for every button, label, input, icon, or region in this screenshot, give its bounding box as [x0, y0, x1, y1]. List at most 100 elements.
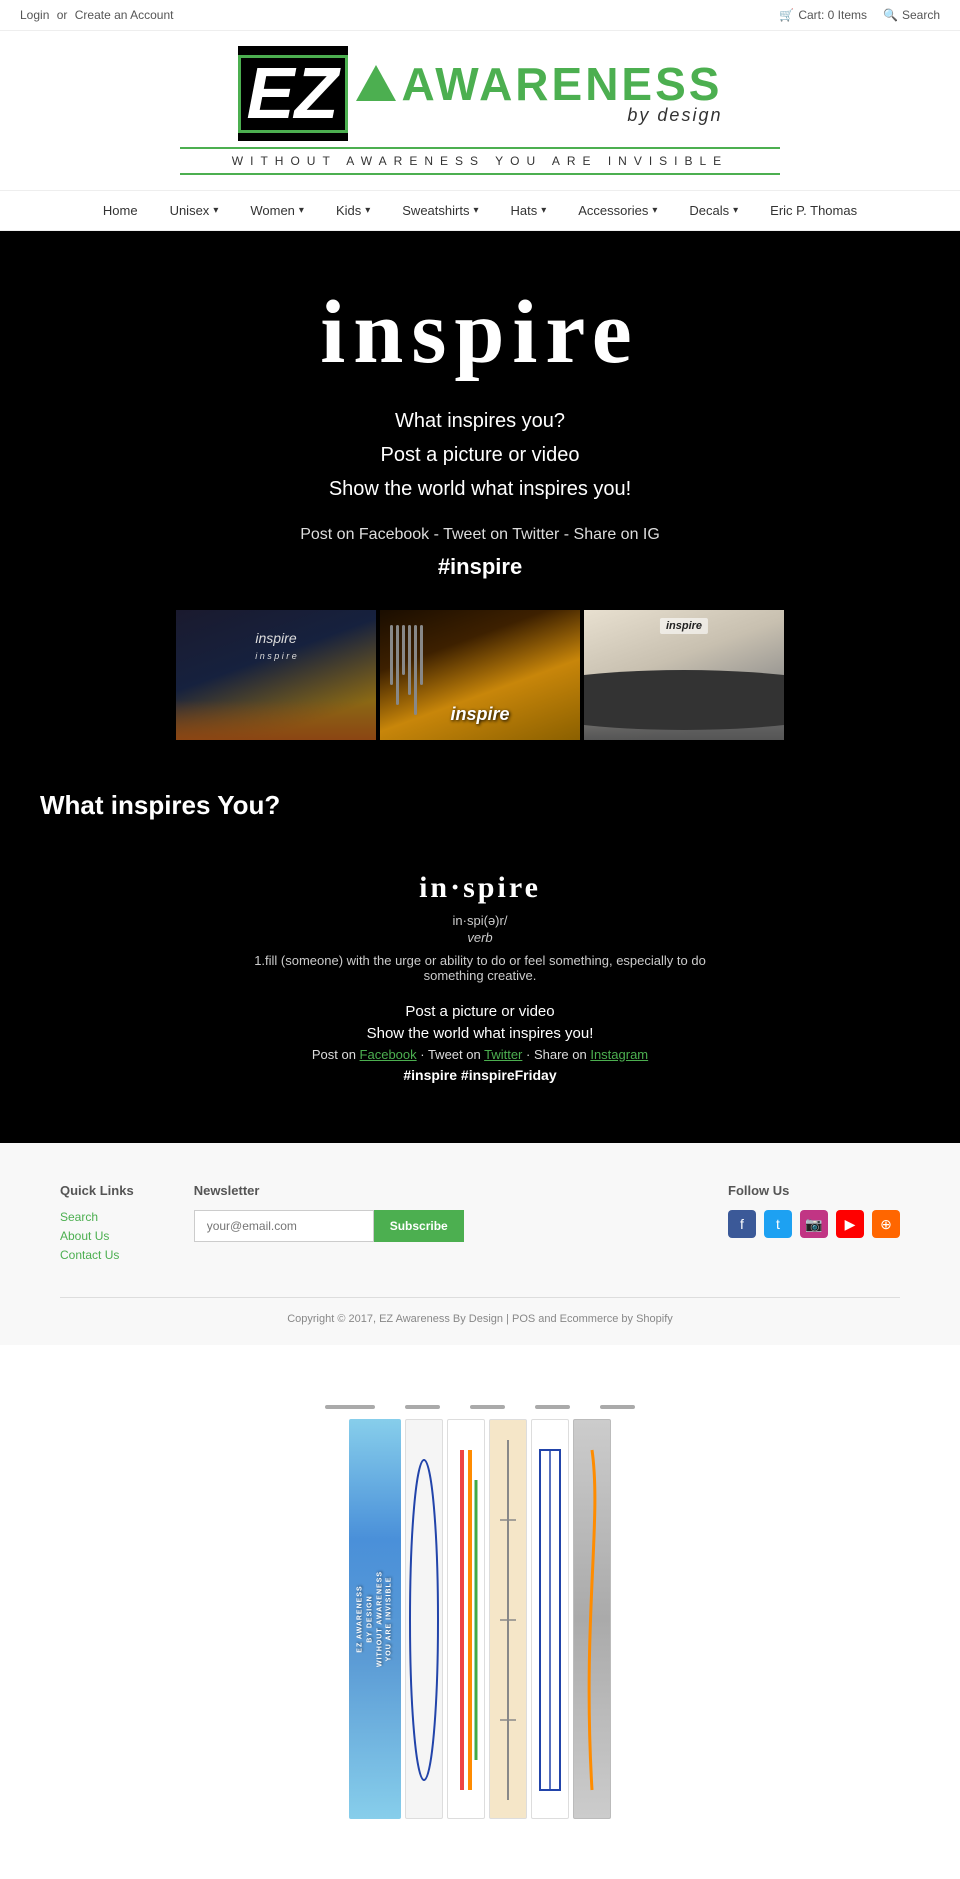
- or-separator: or: [57, 8, 68, 22]
- what-inspires-heading: What inspires You?: [40, 790, 920, 821]
- inspire-pronunciation: in·spi(ə)r/: [60, 913, 900, 928]
- inspire-tags: #inspire #inspireFriday: [60, 1067, 900, 1083]
- search-label: Search: [902, 8, 940, 22]
- decal-strip-5: [531, 1419, 569, 1819]
- decal-strip-2: [405, 1419, 443, 1819]
- rss-social-icon[interactable]: ⊕: [872, 1210, 900, 1238]
- decals-section: EZ AWARENESSBY DESIGNWITHOUT AWARENESSYO…: [0, 1345, 960, 1879]
- copyright-text: Copyright © 2017, EZ Awareness By Design…: [287, 1313, 673, 1325]
- hero-section: inspire What inspires you? Post a pictur…: [0, 231, 960, 770]
- decal-3-graphic: [448, 1420, 484, 1818]
- nav-accessories[interactable]: Accessories ▾: [562, 191, 673, 230]
- social-icons: f t 📷 ▶ ⊕: [728, 1210, 900, 1238]
- decal-strip-3: [447, 1419, 485, 1819]
- decal-5-graphic: [532, 1420, 568, 1818]
- nav-unisex[interactable]: Unisex ▾: [154, 191, 235, 230]
- footer-contact-link[interactable]: Contact Us: [60, 1248, 134, 1262]
- hero-line1: What inspires you?: [20, 404, 940, 438]
- tagline: WITHOUT AWARENESS YOU ARE INVISIBLE: [180, 147, 780, 175]
- newsletter-heading: Newsletter: [194, 1183, 668, 1198]
- inspire-definition-word: in·spire: [60, 871, 900, 905]
- navigation: Home Unisex ▾ Women ▾ Kids ▾ Sweatshirts…: [0, 190, 960, 231]
- inspire-show-line: Show the world what inspires you!: [60, 1025, 900, 1042]
- inspire-post-line: Post a picture or video: [60, 1003, 900, 1020]
- instagram-social-icon[interactable]: 📷: [800, 1210, 828, 1238]
- decal-strip-1: EZ AWARENESSBY DESIGNWITHOUT AWARENESSYO…: [349, 1419, 401, 1819]
- hero-social: Post on Facebook - Tweet on Twitter - Sh…: [20, 526, 940, 544]
- footer-search-link[interactable]: Search: [60, 1210, 134, 1224]
- decal-tab-1: [325, 1405, 375, 1409]
- instagram-link[interactable]: Instagram: [590, 1047, 648, 1062]
- inspire-share-line: Post on Facebook · Tweet on Twitter · Sh…: [60, 1047, 900, 1062]
- what-inspires-section: What inspires You? in·spire in·spi(ə)r/ …: [0, 770, 960, 1143]
- hero-line3: Show the world what inspires you!: [20, 472, 940, 506]
- search-icon: 🔍: [883, 8, 898, 22]
- inspire-image-3: inspire: [584, 610, 784, 740]
- twitter-link[interactable]: Twitter: [484, 1047, 522, 1062]
- inspire-pos: verb: [60, 930, 900, 945]
- inspire-definition: in·spire in·spi(ə)r/ verb 1.fill (someon…: [40, 851, 920, 1103]
- triangle-icon: [356, 65, 396, 101]
- awareness-block: AWARENESS by design: [348, 61, 723, 126]
- decal-tab-2: [405, 1405, 440, 1409]
- hero-hashtag: #inspire: [20, 554, 940, 580]
- inspire-image-1: inspire i n s p i r e: [176, 610, 376, 740]
- footer-quick-links: Quick Links Search About Us Contact Us: [60, 1183, 134, 1267]
- nav-home[interactable]: Home: [87, 191, 154, 230]
- awareness-text: AWARENESS: [402, 61, 723, 107]
- bydesign-text: by design: [356, 105, 723, 126]
- chevron-down-icon: ▾: [541, 205, 546, 216]
- footer-follow: Follow Us f t 📷 ▶ ⊕: [728, 1183, 900, 1267]
- footer-newsletter: Newsletter Subscribe: [194, 1183, 668, 1267]
- decal-6-graphic: [574, 1420, 610, 1818]
- decal-4-graphic: [490, 1420, 526, 1818]
- twitter-social-icon[interactable]: t: [764, 1210, 792, 1238]
- decal-strips: EZ AWARENESSBY DESIGNWITHOUT AWARENESSYO…: [349, 1419, 611, 1819]
- nav-eric-thomas[interactable]: Eric P. Thomas: [754, 191, 873, 230]
- facebook-link[interactable]: Facebook: [360, 1047, 417, 1062]
- decal-strip-4: [489, 1419, 527, 1819]
- chevron-down-icon: ▾: [365, 205, 370, 216]
- inspire-image-2: inspire: [380, 610, 580, 740]
- chevron-down-icon: ▾: [299, 205, 304, 216]
- nav-women[interactable]: Women ▾: [234, 191, 320, 230]
- newsletter-subscribe-button[interactable]: Subscribe: [374, 1210, 464, 1242]
- logo: EZ AWARENESS by design: [238, 46, 723, 141]
- hero-inspire-word: inspire: [20, 281, 940, 384]
- search-link[interactable]: 🔍 Search: [883, 8, 940, 22]
- newsletter-form: Subscribe: [194, 1210, 668, 1242]
- login-link[interactable]: Login: [20, 8, 49, 22]
- decal-tab-4: [535, 1405, 570, 1409]
- nav-sweatshirts[interactable]: Sweatshirts ▾: [386, 191, 494, 230]
- facebook-social-icon[interactable]: f: [728, 1210, 756, 1238]
- nav-decals[interactable]: Decals ▾: [673, 191, 754, 230]
- follow-heading: Follow Us: [728, 1183, 900, 1198]
- cart-label: Cart: 0 Items: [798, 8, 867, 22]
- nav-hats[interactable]: Hats ▾: [495, 191, 563, 230]
- youtube-social-icon[interactable]: ▶: [836, 1210, 864, 1238]
- chevron-down-icon: ▾: [473, 205, 478, 216]
- newsletter-email-input[interactable]: [194, 1210, 374, 1242]
- quick-links-heading: Quick Links: [60, 1183, 134, 1198]
- decal-strip-6: [573, 1419, 611, 1819]
- ez-text: EZ: [238, 55, 348, 133]
- ez-box: EZ: [238, 46, 348, 141]
- footer-columns: Quick Links Search About Us Contact Us N…: [60, 1183, 900, 1267]
- nav-kids[interactable]: Kids ▾: [320, 191, 386, 230]
- inspire-image-grid: inspire i n s p i r e inspire inspire: [20, 610, 940, 740]
- cart-link[interactable]: 🛒 Cart: 0 Items: [779, 8, 867, 22]
- awareness-top: AWARENESS: [356, 61, 723, 107]
- header: EZ AWARENESS by design WITHOUT AWARENESS…: [0, 31, 960, 190]
- cart-icon: 🛒: [779, 8, 794, 22]
- chevron-down-icon: ▾: [652, 205, 657, 216]
- inspire-definition-text: 1.fill (someone) with the urge or abilit…: [230, 953, 730, 983]
- top-bar: Login or Create an Account 🛒 Cart: 0 Ite…: [0, 0, 960, 31]
- decal-tab-3: [470, 1405, 505, 1409]
- top-bar-right: 🛒 Cart: 0 Items 🔍 Search: [779, 8, 940, 22]
- footer-copyright: Copyright © 2017, EZ Awareness By Design…: [60, 1297, 900, 1325]
- hero-line2: Post a picture or video: [20, 438, 940, 472]
- footer-about-link[interactable]: About Us: [60, 1229, 134, 1243]
- decal-tab-5: [600, 1405, 635, 1409]
- chevron-down-icon: ▾: [213, 205, 218, 216]
- create-account-link[interactable]: Create an Account: [75, 8, 174, 22]
